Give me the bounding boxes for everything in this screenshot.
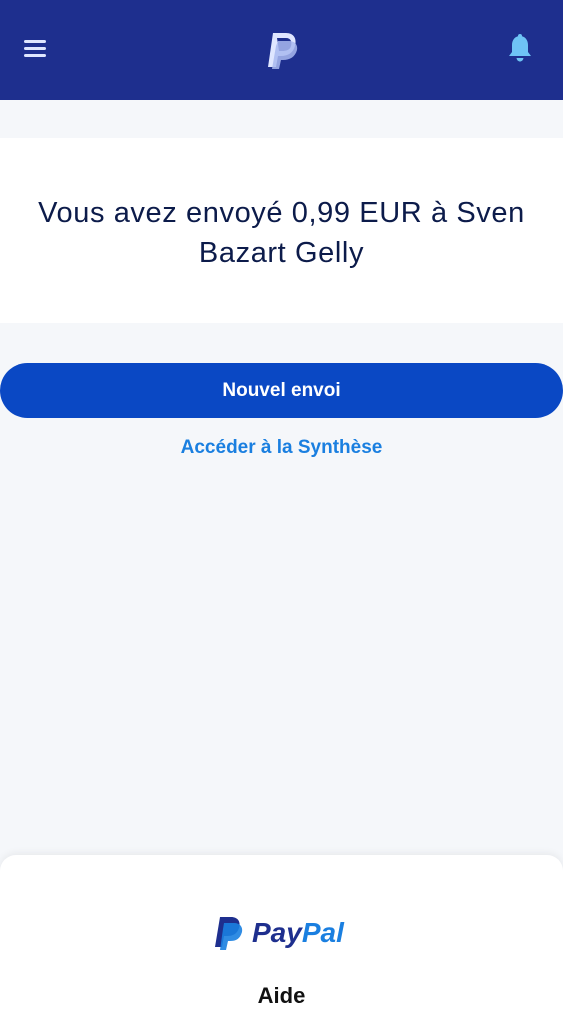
wordmark-pay: Pay bbox=[252, 917, 302, 948]
footer-paypal-logo: PayPal bbox=[212, 915, 352, 953]
footer: PayPal Aide bbox=[0, 855, 563, 1015]
app-header bbox=[0, 0, 563, 100]
menu-icon-bar bbox=[24, 47, 46, 50]
help-link[interactable]: Aide bbox=[0, 983, 563, 1009]
summary-link[interactable]: Accéder à la Synthèse bbox=[0, 437, 563, 459]
spacer-strip bbox=[0, 100, 563, 138]
menu-button[interactable] bbox=[22, 38, 48, 60]
wordmark-pal: Pal bbox=[301, 917, 344, 948]
notifications-button[interactable] bbox=[506, 33, 534, 63]
menu-icon-bar bbox=[24, 40, 46, 43]
paypal-logo-icon bbox=[264, 30, 300, 70]
confirmation-message: Vous avez envoyé 0,99 EUR à Sven Bazart … bbox=[38, 197, 525, 269]
paypal-wordmark: PayPal bbox=[252, 917, 344, 949]
bell-icon bbox=[509, 34, 531, 62]
paypal-logo-icon bbox=[215, 917, 243, 950]
confirmation-card: Vous avez envoyé 0,99 EUR à Sven Bazart … bbox=[0, 138, 563, 323]
new-send-button[interactable]: Nouvel envoi bbox=[0, 363, 563, 418]
menu-icon-bar bbox=[24, 54, 46, 57]
